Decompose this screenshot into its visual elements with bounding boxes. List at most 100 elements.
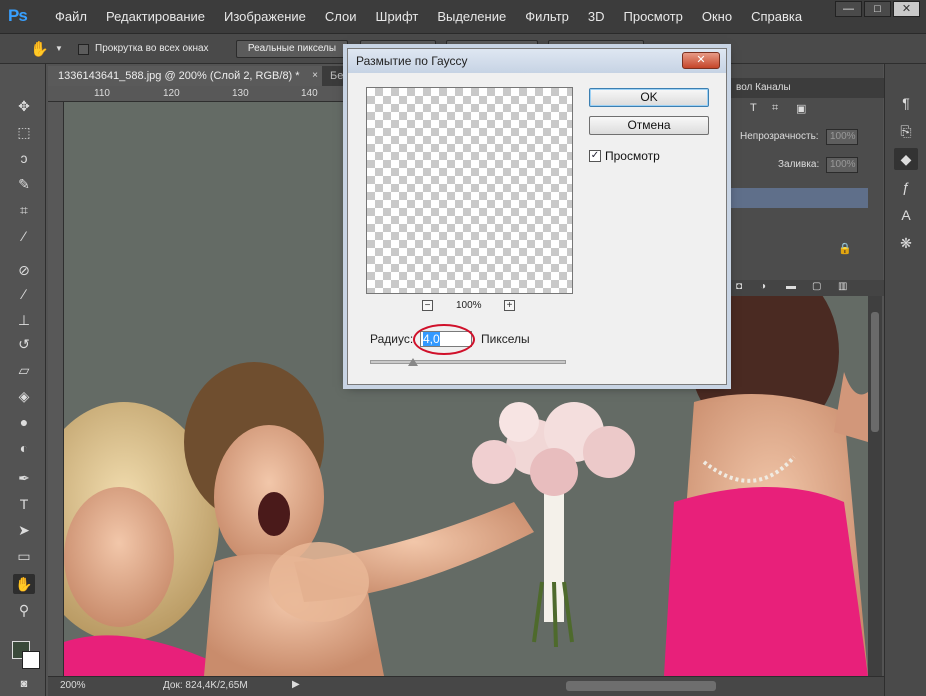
healing-brush-tool-icon[interactable]: ⊘ xyxy=(13,260,35,280)
status-bar: 200% Док: 824,4K/2,65M ▶ xyxy=(48,676,884,696)
opacity-field[interactable]: 100% xyxy=(826,129,858,145)
crop-tool-icon[interactable]: ⌗ xyxy=(13,200,35,220)
quick-select-tool-icon[interactable]: ✎ xyxy=(13,174,35,194)
layers-icon[interactable]: ◆ xyxy=(894,148,918,170)
smart-filter-icon[interactable]: ▣ xyxy=(796,102,806,115)
type-tool-icon[interactable]: T xyxy=(13,494,35,514)
vertical-scroll-thumb[interactable] xyxy=(871,312,879,432)
document-tab-2[interactable]: Бе xyxy=(326,66,343,86)
ruler-tick: 140 xyxy=(301,88,318,99)
status-menu-arrow-icon[interactable]: ▶ xyxy=(292,679,300,690)
zoom-level-field[interactable]: 200% xyxy=(60,680,86,691)
units-label: Пикселы xyxy=(481,332,530,346)
minimize-button[interactable]: — xyxy=(835,1,862,17)
menu-window[interactable]: Окно xyxy=(702,9,732,24)
menu-file[interactable]: Файл xyxy=(55,9,87,24)
opacity-row: Непрозрачность: 100% xyxy=(726,126,884,148)
move-tool-icon[interactable]: ✥ xyxy=(13,96,35,116)
tab-close-icon[interactable]: × xyxy=(312,66,318,86)
horizontal-scroll-thumb[interactable] xyxy=(566,681,716,691)
layers-panel-footer: ◘ ◑ ▬ ▢ ▥ xyxy=(726,280,884,296)
layer-filter-icons: T ⌗ ▣ xyxy=(726,100,884,120)
zoom-in-button[interactable]: + xyxy=(504,300,515,311)
document-info: Док: 824,4K/2,65M xyxy=(163,680,248,691)
radius-slider-thumb[interactable] xyxy=(408,358,418,366)
vertical-ruler xyxy=(48,102,64,676)
eyedropper-tool-icon[interactable]: ⁄ xyxy=(13,226,35,246)
gaussian-blur-dialog: Размытие по Гауссу ✕ − 100% + OK Отмена … xyxy=(347,48,727,385)
cancel-button[interactable]: Отмена xyxy=(589,116,709,135)
preview-checkbox[interactable]: ✓ xyxy=(589,150,601,162)
history-brush-tool-icon[interactable]: ↺ xyxy=(13,334,35,354)
menu-image[interactable]: Изображение xyxy=(224,9,306,24)
fill-field[interactable]: 100% xyxy=(826,157,858,173)
maximize-button[interactable]: □ xyxy=(864,1,891,17)
preview-label: Просмотр xyxy=(605,149,660,163)
highlight-circle xyxy=(413,324,475,355)
radius-slider-track[interactable] xyxy=(370,360,566,364)
photoshop-logo: Ps xyxy=(8,6,28,25)
clone-stamp-tool-icon[interactable]: ⊥ xyxy=(13,310,35,330)
selected-layer-row[interactable] xyxy=(726,188,868,208)
adjustment-icon[interactable]: ◑ xyxy=(760,281,766,292)
lock-icon: 🔒 xyxy=(838,243,852,255)
ruler-tick: 120 xyxy=(163,88,180,99)
menu-items: Файл Редактирование Изображение Слои Шри… xyxy=(55,9,802,24)
radius-label: Радиус: xyxy=(370,332,414,346)
hand-tool-icon[interactable]: ✋ xyxy=(30,40,49,58)
new-layer-icon[interactable]: ▢ xyxy=(812,281,821,292)
zoom-out-button[interactable]: − xyxy=(422,300,433,311)
menu-help[interactable]: Справка xyxy=(751,9,802,24)
dialog-close-button[interactable]: ✕ xyxy=(682,52,720,69)
blur-tool-icon[interactable]: ● xyxy=(13,412,35,432)
quick-mask-icon[interactable]: ◙ xyxy=(13,674,35,694)
tool-preset-arrow-icon[interactable]: ▼ xyxy=(55,44,63,53)
preview-zoom-level: 100% xyxy=(456,300,482,311)
menu-bar: Ps Файл Редактирование Изображение Слои … xyxy=(0,0,926,34)
shape-filter-icon[interactable]: ⌗ xyxy=(772,102,778,115)
menu-3d[interactable]: 3D xyxy=(588,9,605,24)
menu-layers[interactable]: Слои xyxy=(325,9,357,24)
dodge-tool-icon[interactable]: ◐ xyxy=(13,438,35,458)
pen-tool-icon[interactable]: ✒ xyxy=(13,468,35,488)
dialog-title-bar: Размытие по Гауссу ✕ xyxy=(348,49,726,73)
eraser-tool-icon[interactable]: ▱ xyxy=(13,360,35,380)
document-tab-title: 1336143641_588.jpg @ 200% (Слой 2, RGB/8… xyxy=(58,70,300,82)
character-icon[interactable]: A xyxy=(894,204,918,226)
menu-select[interactable]: Выделение xyxy=(437,9,506,24)
vertical-scrollbar[interactable] xyxy=(868,296,882,676)
hand-tool-active-icon[interactable]: ✋ xyxy=(13,574,35,594)
actual-pixels-button[interactable]: Реальные пикселы xyxy=(236,40,348,58)
fill-label: Заливка: xyxy=(778,159,820,170)
document-tab[interactable]: 1336143641_588.jpg @ 200% (Слой 2, RGB/8… xyxy=(48,66,322,86)
history-icon[interactable]: ⎘ xyxy=(894,120,918,142)
paragraph-icon[interactable]: ¶ xyxy=(894,92,918,114)
folder-icon[interactable]: ▬ xyxy=(786,281,796,292)
panel-dock: ¶ ⎘ ◆ ƒ A ❋ xyxy=(884,64,926,696)
menu-edit[interactable]: Редактирование xyxy=(106,9,205,24)
trash-icon[interactable]: ▥ xyxy=(838,281,847,292)
scroll-all-checkbox[interactable] xyxy=(78,44,89,55)
styles-icon[interactable]: ƒ xyxy=(894,176,918,198)
shape-tool-icon[interactable]: ▭ xyxy=(13,546,35,566)
menu-filter[interactable]: Фильтр xyxy=(525,9,569,24)
menu-type[interactable]: Шрифт xyxy=(376,9,419,24)
menu-view[interactable]: Просмотр xyxy=(624,9,683,24)
scroll-all-label: Прокрутка во всех окнах xyxy=(95,43,209,54)
close-window-button[interactable]: ✕ xyxy=(893,1,920,17)
blur-preview-area[interactable] xyxy=(366,87,573,294)
mask-icon[interactable]: ◘ xyxy=(736,281,742,292)
brush-tool-icon[interactable]: ∕ xyxy=(13,284,35,304)
paint-bucket-tool-icon[interactable]: ◈ xyxy=(13,386,35,406)
ok-button[interactable]: OK xyxy=(589,88,709,107)
tools-panel: ✥ ⬚ ↄ ✎ ⌗ ⁄ ⊘ ∕ ⊥ ↺ ▱ ◈ ● ◐ ✒ T ➤ ▭ ✋ ⚲ … xyxy=(0,64,46,696)
background-color-swatch[interactable] xyxy=(22,651,40,669)
marquee-tool-icon[interactable]: ⬚ xyxy=(13,122,35,142)
path-select-tool-icon[interactable]: ➤ xyxy=(13,520,35,540)
panel-tabs[interactable]: вол Каналы xyxy=(726,78,884,98)
type-filter-icon[interactable]: T xyxy=(750,102,757,114)
lasso-tool-icon[interactable]: ↄ xyxy=(13,148,35,168)
channels-icon[interactable]: ❋ xyxy=(894,232,918,254)
zoom-tool-icon[interactable]: ⚲ xyxy=(13,600,35,620)
ruler-tick: 130 xyxy=(232,88,249,99)
